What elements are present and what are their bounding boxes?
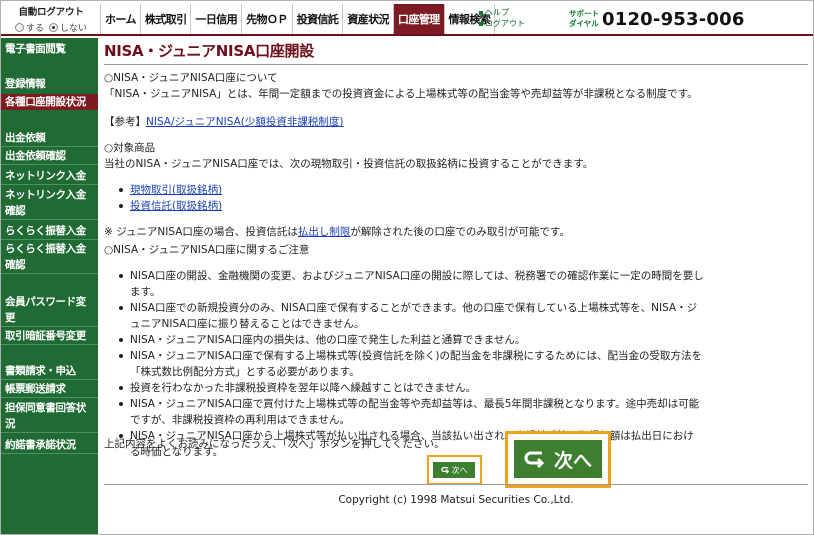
sidebar-item-account-opening-status[interactable]: 各種口座開設状況	[1, 94, 98, 110]
page-title: NISA・ジュニアNISA口座開設	[104, 42, 314, 60]
auto-logout-panel: 自動ログアウト する しない	[3, 4, 99, 34]
title-divider	[104, 64, 808, 65]
sidebar-item-agreement-status[interactable]: 約諾書承諾状況	[1, 437, 98, 454]
tab-assets[interactable]: 資産状況	[342, 4, 393, 34]
sidebar-item-easy-transfer-confirm[interactable]: らくらく振替入金確認	[1, 241, 98, 274]
sidebar-item-collateral-consent[interactable]: 担保同意書回答状況	[1, 400, 98, 433]
tab-day-margin[interactable]: 一日信用	[190, 4, 241, 34]
footer-divider	[104, 484, 808, 485]
auto-logout-off-radio[interactable]	[49, 23, 58, 32]
sidebar: 電子書面閲覧 登録情報 各種口座開設状況 出金依頼 出金依頼確認 ネットリンク入…	[1, 38, 98, 534]
tab-stock-trading[interactable]: 株式取引	[139, 4, 191, 34]
sidebar-item-e-document[interactable]: 電子書面閲覧	[1, 41, 98, 57]
main-nav: ホーム 株式取引 一日信用 先物ＯＰ 投資信託 資産状況 口座管理 情報検索	[100, 4, 496, 34]
next-button[interactable]: 次へ	[433, 462, 475, 478]
sidebar-item-withdrawal-confirm[interactable]: 出金依頼確認	[1, 148, 98, 165]
help-links: ヘルプ ログアウト	[479, 7, 543, 29]
sidebar-item-withdrawal-request[interactable]: 出金依頼	[1, 130, 98, 147]
sidebar-item-netlink-deposit-confirm[interactable]: ネットリンク入金確認	[1, 187, 98, 220]
tab-home[interactable]: ホーム	[100, 4, 140, 34]
target-heading: ○対象商品	[104, 142, 156, 154]
caution-heading: ○NISA・ジュニアNISA口座に関するご注意	[104, 244, 310, 256]
caution-list: NISA口座の開設、金融機関の変更、およびジュニアNISA口座の開設に際しては、…	[117, 268, 704, 460]
tab-futures-options[interactable]: 先物ＯＰ	[241, 4, 292, 34]
withdrawal-restriction-link[interactable]: 払出し制限	[298, 226, 351, 238]
nisa-reference-link[interactable]: NISA/ジュニアNISA(少額投資非課税制度)	[146, 116, 343, 128]
auto-logout-on-label: する	[25, 24, 44, 34]
list-item: 現物取引(取扱銘柄)	[117, 182, 704, 198]
list-item: 投資信託(取扱銘柄)	[117, 198, 704, 214]
list-item: NISA・ジュニアNISA口座で保有する上場株式等(投資信託を除く)の配当金を非…	[117, 348, 704, 380]
sidebar-item-easy-transfer[interactable]: らくらく振替入金	[1, 223, 98, 240]
sidebar-item-member-password[interactable]: 会員パスワード変更	[1, 294, 98, 327]
target-links-list: 現物取引(取扱銘柄) 投資信託(取扱銘柄)	[117, 182, 704, 214]
top-header: 自動ログアウト する しない ホーム 株式取引 一日信用 先物ＯＰ 投資信託 資…	[1, 1, 813, 36]
support-phone-number: 0120-953-006	[602, 9, 745, 30]
investment-trust-link[interactable]: 投資信託(取扱銘柄)	[130, 200, 222, 212]
target-text: 当社のNISA・ジュニアNISA口座では、次の現物取引・投資信託の取扱銘柄に投資…	[104, 158, 594, 170]
list-item: NISA口座の開設、金融機関の変更、およびジュニアNISA口座の開設に際しては、…	[117, 268, 704, 300]
next-button-callout: 次へ	[505, 431, 611, 488]
reference-label: 【参考】	[104, 116, 146, 128]
sidebar-item-registration[interactable]: 登録情報	[1, 76, 98, 92]
copyright: Copyright (c) 1998 Matsui Securities Co.…	[338, 494, 574, 506]
auto-logout-on-radio[interactable]	[14, 23, 24, 32]
next-button-highlight: 次へ	[427, 455, 482, 485]
main-content: NISA・ジュニアNISA口座開設 ○NISA・ジュニアNISA口座について 「…	[104, 40, 808, 458]
about-text: 「NISA・ジュニアNISA」とは、年間一定額までの投資資金による上場株式等の配…	[104, 88, 698, 100]
spot-trading-link[interactable]: 現物取引(取扱銘柄)	[130, 184, 222, 196]
confirm-text: 上記内容をよくお読みになったうえ、「次へ」ボタンを押してください。	[104, 438, 445, 450]
bullet-square-icon	[479, 21, 483, 26]
reference-line: 【参考】NISA/ジュニアNISA(少額投資非課税制度)	[104, 114, 343, 130]
auto-logout-title: 自動ログアウト	[18, 7, 84, 18]
sidebar-item-netlink-deposit[interactable]: ネットリンク入金	[1, 168, 98, 185]
help-link[interactable]: ヘルプ	[479, 7, 543, 18]
sidebar-item-report-mail-request[interactable]: 帳票郵送請求	[1, 381, 98, 398]
list-item: 投資を行わなかった非課税投資枠を翌年以降へ繰越すことはできません。	[117, 380, 704, 396]
bullet-square-icon	[479, 10, 483, 15]
list-item: NISA・ジュニアNISA口座内の損失は、他の口座で発生した利益と通算できません…	[117, 332, 704, 348]
list-item: NISA口座での新規投資分のみ、NISA口座で保有することができます。他の口座で…	[117, 300, 704, 332]
sidebar-item-trading-pin[interactable]: 取引暗証番号変更	[1, 328, 98, 345]
auto-logout-off-label: しない	[60, 24, 88, 34]
about-heading: ○NISA・ジュニアNISA口座について	[104, 72, 278, 84]
next-button-enlarged[interactable]: 次へ	[514, 440, 602, 478]
support-dial-label: サポート ダイヤル	[569, 9, 599, 28]
list-item: NISA・ジュニアNISA口座で買付けた上場株式等の配当金等や売却益等は、最長5…	[117, 396, 704, 428]
return-arrow-icon	[524, 451, 545, 469]
logout-link[interactable]: ログアウト	[479, 18, 543, 29]
sidebar-item-document-request[interactable]: 書類請求・申込	[1, 363, 98, 380]
tab-investment-trust[interactable]: 投資信託	[291, 4, 343, 34]
return-arrow-icon	[440, 466, 449, 474]
tab-account-management[interactable]: 口座管理	[392, 4, 444, 34]
junior-nisa-note: ※ ジュニアNISA口座の場合、投資信託は払出し制限が解除された後の口座でのみ取…	[104, 226, 570, 238]
